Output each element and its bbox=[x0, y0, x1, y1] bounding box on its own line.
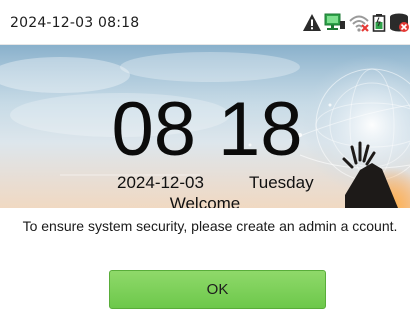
network-connected-icon bbox=[324, 13, 345, 30]
status-datetime: 2024-12-03 08:18 bbox=[10, 15, 140, 31]
clock-minute: 18 bbox=[218, 87, 303, 172]
battery-icon bbox=[372, 14, 386, 32]
screensaver-weekday: Tuesday bbox=[249, 173, 314, 192]
status-icons bbox=[300, 12, 410, 34]
screensaver-background: 08 18 2024-12-03 Tuesday Welcome bbox=[0, 45, 410, 208]
screensaver-clock: 08 18 bbox=[0, 92, 410, 168]
screensaver-date: 2024-12-03 bbox=[117, 173, 204, 192]
admin-prompt-dialog: To ensure system security, please create… bbox=[0, 208, 410, 314]
ok-button[interactable]: OK bbox=[109, 270, 326, 309]
screensaver-greeting: Welcome bbox=[169, 194, 241, 208]
dialog-message: To ensure system security, please create… bbox=[22, 218, 398, 234]
server-icon bbox=[390, 13, 409, 32]
warning-icon bbox=[303, 14, 321, 31]
clock-hour: 08 bbox=[111, 87, 196, 172]
wifi-disconnected-icon bbox=[349, 15, 369, 32]
screen-edge bbox=[410, 0, 417, 314]
device-screen: 2024-12-03 08:18 08 18 2024-12-03 Tuesda… bbox=[0, 0, 410, 314]
status-bar: 2024-12-03 08:18 bbox=[0, 0, 410, 45]
